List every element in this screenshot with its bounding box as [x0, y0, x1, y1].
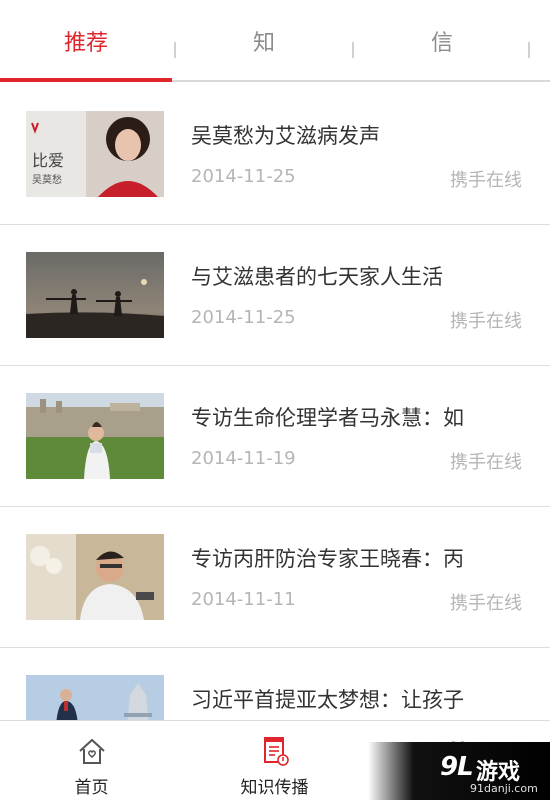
svg-text:比爱: 比爱: [32, 151, 64, 170]
article-source: 携手在线: [450, 452, 522, 473]
tab-letter[interactable]: 信: [356, 0, 528, 82]
article-title: 习近平首提亚太梦想：让孩子: [191, 688, 464, 712]
tab-knowledge[interactable]: 知: [178, 0, 350, 82]
list-item[interactable]: 专访丙肝防治专家王晓春：丙 2014-11-11 携手在线: [0, 507, 550, 648]
list-item[interactable]: 与艾滋患者的七天家人生活 2014-11-25 携手在线: [0, 225, 550, 366]
list-item[interactable]: 专访生命伦理学者马永慧：如 2014-11-19 携手在线: [0, 366, 550, 507]
top-tab-bar: 推荐 知 信: [0, 0, 550, 82]
tab-recommend[interactable]: 推荐: [0, 0, 172, 82]
article-title: 与艾滋患者的七天家人生活: [191, 265, 443, 289]
tab-label: 信: [430, 31, 453, 56]
article-source: 携手在线: [450, 311, 522, 332]
tab-label: 推荐: [63, 31, 108, 56]
home-icon: [78, 738, 105, 764]
nav-home[interactable]: 首页: [0, 721, 183, 801]
nav-knowledge[interactable]: 知识传播: [183, 721, 366, 801]
tab-divider: [528, 42, 530, 58]
active-tab-indicator: [0, 78, 172, 82]
article-source: 携手在线: [450, 593, 522, 614]
article-date: 2014-11-25: [191, 307, 296, 328]
list-item[interactable]: 习近平首提亚太梦想：让孩子: [0, 648, 550, 720]
list-item[interactable]: 比爱 吴莫愁 吴莫愁为艾滋病发声 2014-11-25 携手在线: [0, 84, 550, 225]
nav-label: 首页: [74, 778, 109, 798]
svg-text:吴莫愁: 吴莫愁: [32, 173, 62, 186]
article-source: 携手在线: [450, 170, 522, 191]
document-icon: [263, 737, 289, 766]
watermark-logo: 9L: [440, 752, 474, 782]
tab-divider: [174, 42, 176, 58]
article-thumbnail: [26, 675, 164, 720]
tab-divider: [352, 42, 354, 58]
article-date: 2014-11-25: [191, 166, 296, 187]
article-thumbnail: 比爱 吴莫愁: [26, 111, 164, 197]
article-date: 2014-11-11: [191, 589, 296, 610]
watermark-domain: 91danji.com: [470, 782, 538, 795]
article-thumbnail: [26, 252, 164, 338]
tab-label: 知: [252, 31, 275, 56]
article-list: 比爱 吴莫愁 吴莫愁为艾滋病发声 2014-11-25 携手在线 与艾滋患者的七…: [0, 84, 550, 720]
article-date: 2014-11-19: [191, 448, 296, 469]
article-title: 专访生命伦理学者马永慧：如: [191, 406, 464, 430]
article-title: 吴莫愁为艾滋病发声: [191, 124, 380, 148]
article-thumbnail: [26, 534, 164, 620]
article-thumbnail: [26, 393, 164, 479]
nav-label: 知识传播: [240, 778, 309, 798]
article-title: 专访丙肝防治专家王晓春：丙: [191, 547, 464, 571]
